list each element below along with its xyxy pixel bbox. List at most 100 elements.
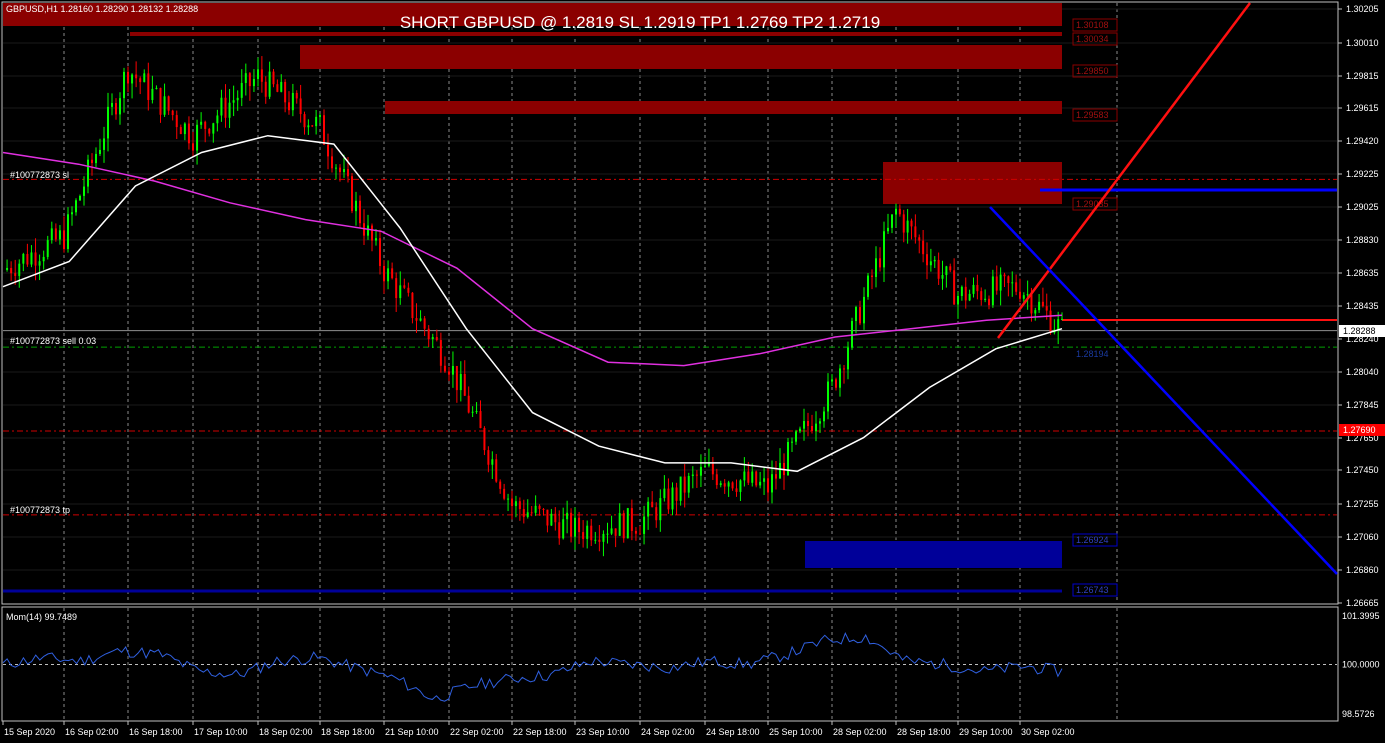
candle-body — [847, 347, 849, 370]
candle-body — [467, 395, 470, 413]
candle-body — [135, 74, 138, 79]
time-tick-label: 17 Sep 10:00 — [194, 727, 248, 737]
candle-body — [260, 69, 263, 82]
candle-body — [922, 240, 925, 255]
candle-body — [171, 110, 174, 116]
candle-body — [131, 74, 134, 84]
price-tick-label: 1.29420 — [1346, 136, 1379, 146]
candle-body — [407, 287, 410, 293]
candle-body — [491, 459, 494, 465]
price-zone — [300, 45, 1062, 69]
candle-body — [937, 259, 940, 279]
candle-body — [459, 374, 462, 391]
time-tick-label: 28 Sep 02:00 — [833, 727, 887, 737]
candle-body — [196, 124, 199, 151]
price-tick-label: 1.28435 — [1346, 301, 1379, 311]
candle-body — [1003, 274, 1006, 277]
price-zone — [130, 32, 1062, 36]
time-tick-label: 18 Sep 02:00 — [259, 727, 313, 737]
price-tick-label: 1.27450 — [1346, 465, 1379, 475]
price-tick-label: 1.26860 — [1346, 565, 1379, 575]
candle-body — [562, 519, 565, 539]
candle-body — [747, 471, 750, 483]
candle-body — [351, 176, 353, 212]
candle-body — [534, 505, 537, 513]
candle-body — [391, 268, 394, 279]
candle-body — [775, 474, 777, 479]
candle-body — [1034, 310, 1037, 314]
candle-body — [479, 411, 482, 429]
candle-body — [991, 276, 994, 306]
candle-body — [883, 231, 885, 268]
candle-body — [879, 258, 881, 268]
momentum-tick-label: 98.5726 — [1342, 709, 1375, 719]
time-tick-label: 29 Sep 10:00 — [959, 727, 1013, 737]
candle-body — [779, 462, 781, 479]
candle-body — [1038, 301, 1041, 311]
candle-body — [83, 186, 85, 196]
price-tick-label: 1.30205 — [1346, 4, 1379, 14]
price-zone — [385, 101, 1062, 114]
chart-canvas[interactable]: 1.30108 1.30034 1.29850 1.29583 1.29035 1.269… — [0, 0, 1385, 743]
candle-body — [22, 253, 25, 264]
candle-body — [123, 71, 125, 99]
price-tick-label: 1.29615 — [1346, 103, 1379, 113]
price-tick-label: 1.29025 — [1346, 202, 1379, 212]
candle-body — [550, 513, 553, 526]
candle-body — [507, 498, 510, 500]
candle-body — [918, 237, 921, 241]
candle-body — [6, 267, 9, 270]
candle-body — [10, 267, 13, 274]
candle-body — [566, 512, 569, 520]
candle-body — [522, 509, 525, 517]
candle-body — [803, 421, 805, 429]
candle-body — [427, 328, 430, 340]
candle-body — [331, 156, 333, 169]
candle-body — [546, 509, 549, 526]
trade-levels — [3, 178, 1337, 516]
price-tick-label: 1.27255 — [1346, 499, 1379, 509]
candle-body — [288, 102, 290, 111]
candle-body — [643, 516, 646, 534]
time-tick-label: 15 Sep 2020 — [4, 727, 55, 737]
price-tick-label: 1.29225 — [1346, 169, 1379, 179]
candle-body — [163, 96, 166, 115]
candle-body — [319, 115, 321, 117]
candle-body — [863, 296, 865, 324]
zone-label: 1.30108 — [1076, 20, 1109, 30]
candle-body — [867, 275, 869, 297]
candle-body — [216, 115, 219, 124]
candle-body — [38, 261, 41, 266]
candle-body — [968, 293, 971, 301]
price-zones: 1.30108 1.30034 1.29850 1.29583 1.29035 1.269… — [3, 3, 1118, 597]
candle-body — [1049, 310, 1052, 333]
candle-body — [972, 284, 975, 294]
candle-body — [957, 295, 959, 305]
candle-body — [723, 483, 726, 487]
candle-body — [679, 476, 682, 501]
time-tick-label: 22 Sep 18:00 — [513, 727, 567, 737]
candle-body — [291, 92, 294, 111]
candle-body — [192, 143, 194, 151]
candle-body — [859, 307, 861, 324]
candle-body — [554, 513, 557, 523]
candle-body — [727, 482, 730, 487]
time-tick-label: 18 Sep 18:00 — [321, 727, 375, 737]
candle-body — [483, 428, 486, 451]
candle-body — [695, 474, 698, 476]
time-tick-label: 25 Sep 10:00 — [769, 727, 823, 737]
indicator-pane-frame — [1, 606, 1339, 722]
candle-body — [443, 365, 446, 372]
candle-body — [147, 73, 150, 100]
candle-body — [371, 225, 373, 241]
candle-body — [945, 266, 948, 276]
candle-body — [359, 200, 361, 224]
candle-body — [107, 106, 109, 139]
candle-body — [799, 428, 801, 432]
sl-label: #100772873 sl — [10, 170, 69, 180]
candle-body — [663, 488, 666, 499]
price-tick-label: 1.27060 — [1346, 532, 1379, 542]
candle-body — [614, 528, 617, 536]
candle-body — [731, 482, 734, 489]
candle-body — [387, 268, 390, 282]
